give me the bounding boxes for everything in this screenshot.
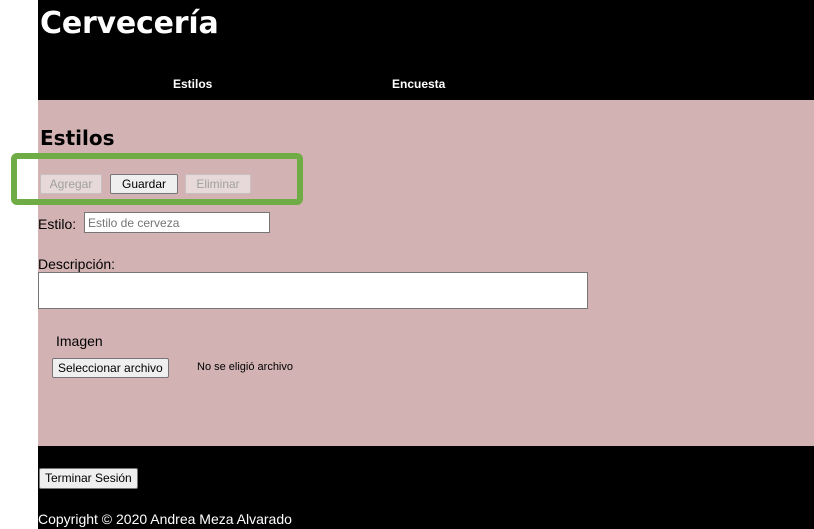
agregar-button[interactable]: Agregar bbox=[40, 174, 102, 194]
logout-button[interactable]: Terminar Sesión bbox=[39, 468, 138, 489]
copyright-text: Copyright © 2020 Andrea Meza Alvarado bbox=[38, 511, 292, 527]
nav-link-encuesta[interactable]: Encuesta bbox=[392, 77, 445, 91]
descripcion-input[interactable] bbox=[38, 272, 588, 309]
eliminar-button[interactable]: Eliminar bbox=[185, 174, 251, 194]
nav-link-estilos[interactable]: Estilos bbox=[173, 77, 212, 91]
page: Cervecería Estilos Encuesta Estilos Agre… bbox=[11, 0, 814, 529]
estilo-label: Estilo: bbox=[38, 216, 77, 232]
estilo-input[interactable] bbox=[84, 212, 270, 233]
file-status-text: No se eligió archivo bbox=[197, 361, 293, 373]
site-footer: Terminar Sesión Copyright © 2020 Andrea … bbox=[38, 446, 814, 529]
site-header: Cervecería Estilos Encuesta bbox=[38, 0, 814, 100]
guardar-button[interactable]: Guardar bbox=[110, 174, 178, 194]
imagen-label: Imagen bbox=[56, 333, 103, 349]
descripcion-label: Descripción: bbox=[38, 256, 116, 272]
section-title: Estilos bbox=[40, 126, 115, 150]
main-content: Estilos Agregar Guardar Eliminar Estilo:… bbox=[11, 100, 814, 446]
site-title: Cervecería bbox=[40, 6, 219, 41]
select-file-button[interactable]: Seleccionar archivo bbox=[52, 358, 169, 378]
